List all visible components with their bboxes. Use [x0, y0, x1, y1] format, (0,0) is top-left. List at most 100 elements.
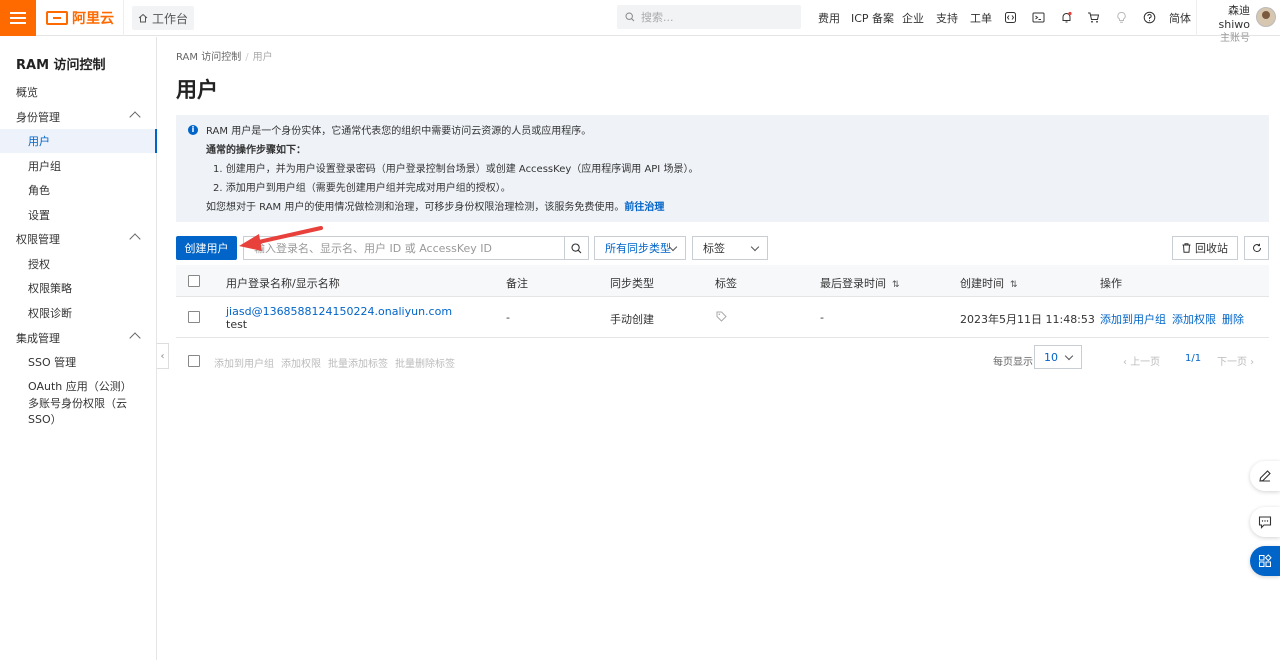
- search-button[interactable]: [564, 237, 588, 259]
- chat-button[interactable]: [1250, 507, 1280, 537]
- sidebar-group-integration[interactable]: 集成管理: [0, 326, 157, 350]
- sidebar-collapse-handle[interactable]: ‹: [157, 343, 169, 369]
- sidebar-item-label: 概览: [16, 86, 38, 99]
- tag-select-value: 标签: [703, 242, 725, 255]
- user-login-link[interactable]: jiasd@1368588124150224.onaliyun.com: [226, 305, 452, 318]
- info-line: RAM 用户是一个身份实体，它通常代表您的组织中需要访问云资源的人员或应用程序。: [206, 126, 592, 137]
- user-cell: jiasd@1368588124150224.onaliyun.com test: [226, 305, 452, 331]
- user-name: 森迪shiwo: [1218, 4, 1251, 31]
- table-header: 用户登录名称/显示名称 备注 同步类型 标签 最后登录时间 ⇅ 创建时间 ⇅ 操作: [176, 265, 1269, 297]
- feedback-edit-button[interactable]: [1250, 461, 1280, 491]
- chevron-down-icon: [750, 242, 760, 252]
- bulk-remove-tags[interactable]: 批量删除标签: [395, 355, 455, 370]
- bulk-add-permission[interactable]: 添加权限: [281, 355, 321, 370]
- refresh-button[interactable]: [1244, 236, 1269, 260]
- select-all-checkbox[interactable]: [188, 275, 200, 287]
- info-step: 2. 添加用户到用户组（需要先创建用户组并完成对用户组的授权）。: [213, 183, 511, 194]
- nav-ticket[interactable]: 工单: [970, 0, 992, 36]
- user-last-login: -: [820, 311, 824, 324]
- bell-icon[interactable]: [1059, 10, 1073, 24]
- sidebar-item-label: 授权: [28, 258, 50, 271]
- workbench-label: 工作台: [151, 11, 188, 26]
- global-search-input[interactable]: 搜索...: [617, 5, 801, 29]
- bulk-add-tags[interactable]: 批量添加标签: [328, 355, 388, 370]
- sidebar-item-diagnosis[interactable]: 权限诊断: [0, 301, 157, 325]
- column-header-tag: 标签: [715, 277, 737, 290]
- chevron-down-icon: [1064, 351, 1074, 361]
- nav-icp[interactable]: ICP 备案: [851, 0, 894, 36]
- breadcrumb-separator: /: [245, 52, 249, 63]
- info-icon: i: [188, 125, 198, 135]
- sidebar-item-label: 多账号身份权限（云 SSO）: [28, 397, 127, 426]
- nav-enterprise[interactable]: 企业: [902, 0, 924, 36]
- info-step: 1. 创建用户，并为用户设置登录密码（用户登录控制台场景）或创建 AccessK…: [213, 164, 699, 175]
- page-title: 用户: [176, 78, 218, 102]
- recycle-bin-label: 回收站: [1195, 242, 1228, 255]
- table-footer: 添加到用户组 添加权限 批量添加标签 批量删除标签 每页显示 10 ‹ 上一页 …: [176, 344, 1269, 374]
- search-icon: [571, 242, 582, 253]
- bulk-add-to-group[interactable]: 添加到用户组: [214, 355, 274, 370]
- sidebar-group-permissions[interactable]: 权限管理: [0, 227, 157, 251]
- sidebar-item-label: OAuth 应用（公测）: [28, 380, 132, 393]
- sidebar-item-grants[interactable]: 授权: [0, 252, 157, 276]
- next-page-button[interactable]: 下一页 ›: [1217, 353, 1254, 368]
- info-panel: i RAM 用户是一个身份实体，它通常代表您的组织中需要访问云资源的人员或应用程…: [176, 115, 1269, 222]
- sidebar-item-sso[interactable]: SSO 管理: [0, 350, 157, 374]
- sidebar-item-users[interactable]: 用户: [0, 129, 157, 153]
- recycle-bin-button[interactable]: 回收站: [1172, 236, 1238, 260]
- search-icon: [625, 12, 635, 22]
- column-header-last-login[interactable]: 最后登录时间 ⇅: [820, 275, 900, 291]
- prev-page-label: 上一页: [1130, 357, 1161, 368]
- edit-tag-icon[interactable]: [716, 311, 727, 325]
- governance-link[interactable]: 前往治理: [624, 202, 664, 213]
- user-created-time: 2023年5月11日 11:48:53: [960, 313, 1095, 326]
- sidebar-item-roles[interactable]: 角色: [0, 178, 157, 202]
- user-sync-type: 手动创建: [610, 313, 654, 326]
- sort-icon: ⇅: [892, 280, 900, 290]
- code-icon[interactable]: [1003, 10, 1017, 24]
- bulk-select-checkbox[interactable]: [188, 355, 200, 367]
- lightbulb-icon[interactable]: [1114, 10, 1128, 24]
- add-permission-link[interactable]: 添加权限: [1172, 311, 1216, 327]
- sidebar-item-overview[interactable]: 概览: [0, 80, 157, 104]
- column-header-label: 最后登录时间: [820, 277, 886, 290]
- menu-icon[interactable]: [0, 0, 36, 36]
- cart-icon[interactable]: [1086, 10, 1100, 24]
- breadcrumb-root[interactable]: RAM 访问控制: [176, 52, 241, 63]
- prev-page-button[interactable]: ‹ 上一页: [1123, 353, 1160, 368]
- sidebar-item-settings[interactable]: 设置: [0, 203, 157, 227]
- chevron-up-icon: [129, 111, 141, 123]
- info-heading: 通常的操作步骤如下：: [206, 145, 306, 156]
- chevron-up-icon: [129, 233, 141, 245]
- next-page-label: 下一页: [1217, 357, 1247, 368]
- sidebar-item-user-groups[interactable]: 用户组: [0, 154, 157, 178]
- add-to-group-link[interactable]: 添加到用户组: [1100, 311, 1166, 327]
- terminal-icon[interactable]: [1031, 10, 1045, 24]
- sidebar-item-cloud-sso[interactable]: 多账号身份权限（云 SSO）: [0, 397, 157, 426]
- logo-mark-icon: [46, 11, 68, 25]
- help-icon[interactable]: [1142, 10, 1156, 24]
- column-header-created[interactable]: 创建时间 ⇅: [960, 275, 1018, 291]
- delete-link[interactable]: 删除: [1222, 311, 1244, 327]
- sidebar-item-policies[interactable]: 权限策略: [0, 276, 157, 300]
- workbench-button[interactable]: 工作台: [132, 6, 194, 30]
- tag-select[interactable]: 标签: [692, 236, 768, 260]
- sidebar-item-label: 权限策略: [28, 282, 72, 295]
- sidebar-item-label: 用户: [28, 135, 50, 148]
- row-checkbox[interactable]: [188, 311, 200, 323]
- user-menu[interactable]: 森迪shiwo 主账号: [1206, 4, 1251, 46]
- aliyun-logo[interactable]: 阿里云: [46, 8, 114, 28]
- sidebar-group-identity[interactable]: 身份管理: [0, 105, 157, 129]
- nav-support[interactable]: 支持: [936, 0, 958, 36]
- home-icon: [138, 13, 148, 23]
- column-header-name: 用户登录名称/显示名称: [226, 277, 340, 290]
- avatar[interactable]: [1256, 7, 1276, 27]
- apps-button[interactable]: [1250, 546, 1280, 576]
- page-size-select[interactable]: 10: [1034, 345, 1082, 369]
- sync-type-select[interactable]: 所有同步类型: [594, 236, 686, 260]
- nav-fees[interactable]: 费用: [818, 0, 840, 36]
- apps-icon: [1259, 554, 1272, 567]
- language-switch[interactable]: 简体: [1169, 0, 1191, 36]
- create-user-button[interactable]: 创建用户: [176, 236, 237, 260]
- sidebar-item-label: 集成管理: [16, 332, 60, 345]
